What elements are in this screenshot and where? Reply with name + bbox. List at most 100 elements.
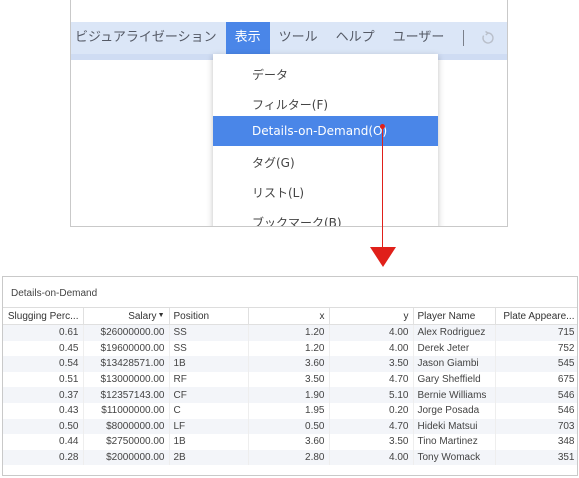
table-cell: 1.20 [248, 324, 330, 341]
arrow-shaft [382, 126, 383, 248]
table-cell: LF [169, 418, 249, 435]
table-cell: $26000000.00 [83, 324, 170, 341]
menu-visualization[interactable]: ビジュアライゼーション [71, 22, 226, 54]
table-cell: 3.50 [329, 434, 414, 450]
table-row[interactable]: 0.37 $12357143.00 CF 1.90 5.10 Bernie William… [3, 387, 577, 403]
table-cell: 0.51 [3, 371, 84, 388]
table-row[interactable]: 0.54 $13428571.00 1B 3.60 3.50 Jason Giambi 54… [3, 356, 577, 372]
table-cell: 4.00 [329, 449, 414, 466]
table-cell: 0.43 [3, 402, 84, 419]
table-cell: 546 [495, 387, 577, 403]
table-cell: SS [169, 340, 249, 357]
column-header-salary[interactable]: Salary▼ [83, 308, 170, 325]
table-cell: 1.20 [248, 340, 330, 357]
table-cell: 2B [169, 449, 249, 466]
menu-item-data[interactable]: データ [213, 60, 438, 90]
details-on-demand-panel: Details-on-Demand Slugging Perc... Salar… [2, 276, 578, 476]
table-cell: $19600000.00 [83, 340, 170, 357]
column-header-player-name[interactable]: Player Name [413, 308, 496, 325]
column-header-label: Player Name [417, 310, 476, 322]
undo-icon[interactable] [480, 30, 496, 46]
view-menu-dropdown: データ フィルター(F) Details-on-Demand(O) タグ(G) … [213, 54, 438, 226]
table-cell: $12357143.00 [83, 387, 170, 403]
table-cell: $8000000.00 [83, 418, 170, 435]
arrow-down-icon [370, 247, 396, 267]
column-header-label: x [319, 310, 325, 322]
table-cell: 0.37 [3, 387, 84, 403]
table-cell: 4.00 [329, 340, 414, 357]
column-header-label: y [403, 310, 409, 322]
app-window: ビジュアライゼーション 表示 ツール ヘルプ ユーザー データ フィルター(F)… [70, 0, 508, 227]
table-cell: 4.70 [329, 418, 414, 435]
table-cell: $2750000.00 [83, 434, 170, 450]
column-header-label: Salary [128, 310, 157, 322]
table-cell: 351 [495, 449, 577, 466]
table-cell: CF [169, 387, 249, 403]
table-row[interactable]: 0.50 $8000000.00 LF 0.50 4.70 Hideki Matsui 70… [3, 418, 577, 435]
table-cell: $13000000.00 [83, 371, 170, 388]
table-cell: 545 [495, 356, 577, 372]
menu-bar: ビジュアライゼーション 表示 ツール ヘルプ ユーザー [71, 22, 507, 54]
table-cell: 1B [169, 434, 249, 450]
sort-descending-icon: ▼ [157, 312, 165, 320]
table-cell: 0.61 [3, 324, 84, 341]
table-cell: $2000000.00 [83, 449, 170, 466]
table-cell: 715 [495, 324, 577, 341]
column-header-label: Plate Appeare... [503, 310, 575, 322]
details-table: Slugging Perc... Salary▼ Position x y Pl… [3, 308, 577, 466]
table-cell: RF [169, 371, 249, 388]
table-cell: Jason Giambi [413, 356, 496, 372]
menu-tools[interactable]: ツール [270, 22, 327, 54]
column-header-x[interactable]: x [248, 308, 330, 325]
table-cell: 703 [495, 418, 577, 435]
table-row[interactable]: 0.28 $2000000.00 2B 2.80 4.00 Tony Womack 351 [3, 449, 577, 466]
menu-help[interactable]: ヘルプ [327, 22, 384, 54]
menu-item-bookmarks[interactable]: ブックマーク(B) [213, 208, 438, 226]
table-cell: 675 [495, 371, 577, 388]
table-cell: Jorge Posada [413, 402, 496, 419]
column-header-slugging[interactable]: Slugging Perc... [3, 308, 84, 325]
menu-user[interactable]: ユーザー [384, 22, 454, 54]
table-cell: 5.10 [329, 387, 414, 403]
table-cell: 0.45 [3, 340, 84, 357]
table-cell: 3.50 [248, 371, 330, 388]
table-cell: 0.20 [329, 402, 414, 419]
table-cell: $13428571.00 [83, 356, 170, 372]
column-header-position[interactable]: Position [169, 308, 249, 325]
table-cell: Alex Rodriguez [413, 324, 496, 341]
table-row[interactable]: 0.51 $13000000.00 RF 3.50 4.70 Gary Sheffield… [3, 371, 577, 388]
menu-view[interactable]: 表示 [225, 22, 270, 54]
table-row[interactable]: 0.43 $11000000.00 C 1.95 0.20 Jorge Posada 546 [3, 402, 577, 419]
table-cell: Hideki Matsui [413, 418, 496, 435]
column-header-plate-appearances[interactable]: Plate Appeare... [495, 308, 577, 325]
table-cell: 0.54 [3, 356, 84, 372]
menu-item-details-on-demand[interactable]: Details-on-Demand(O) [213, 116, 438, 146]
table-row[interactable]: 0.45 $19600000.00 SS 1.20 4.00 Derek Jeter 752 [3, 340, 577, 357]
table-cell: Gary Sheffield [413, 371, 496, 388]
table-cell: Tino Martinez [413, 434, 496, 450]
table-header-row: Slugging Perc... Salary▼ Position x y Pl… [3, 308, 577, 325]
menu-item-tags[interactable]: タグ(G) [213, 148, 438, 178]
table-row[interactable]: 0.61 $26000000.00 SS 1.20 4.00 Alex Rodriguez… [3, 324, 577, 341]
table-cell: 1.90 [248, 387, 330, 403]
table-cell: 546 [495, 402, 577, 419]
menu-item-lists[interactable]: リスト(L) [213, 178, 438, 208]
table-cell: 0.44 [3, 434, 84, 450]
table-cell: 1B [169, 356, 249, 372]
column-header-label: Position [173, 310, 210, 322]
table-row[interactable]: 0.44 $2750000.00 1B 3.60 3.50 Tino Martinez 34… [3, 434, 577, 450]
column-header-label: Slugging Perc... [7, 310, 79, 322]
table-cell: C [169, 402, 249, 419]
table-cell: 0.50 [3, 418, 84, 435]
table-cell: 752 [495, 340, 577, 357]
table-cell: 3.50 [329, 356, 414, 372]
table-cell: 348 [495, 434, 577, 450]
column-header-y[interactable]: y [329, 308, 414, 325]
table-cell: 3.60 [248, 356, 330, 372]
table-cell: Tony Womack [413, 449, 496, 466]
table-cell: 4.70 [329, 371, 414, 388]
table-cell: Derek Jeter [413, 340, 496, 357]
table-cell: 3.60 [248, 434, 330, 450]
menu-separator [463, 30, 465, 46]
table-cell: 0.50 [248, 418, 330, 435]
